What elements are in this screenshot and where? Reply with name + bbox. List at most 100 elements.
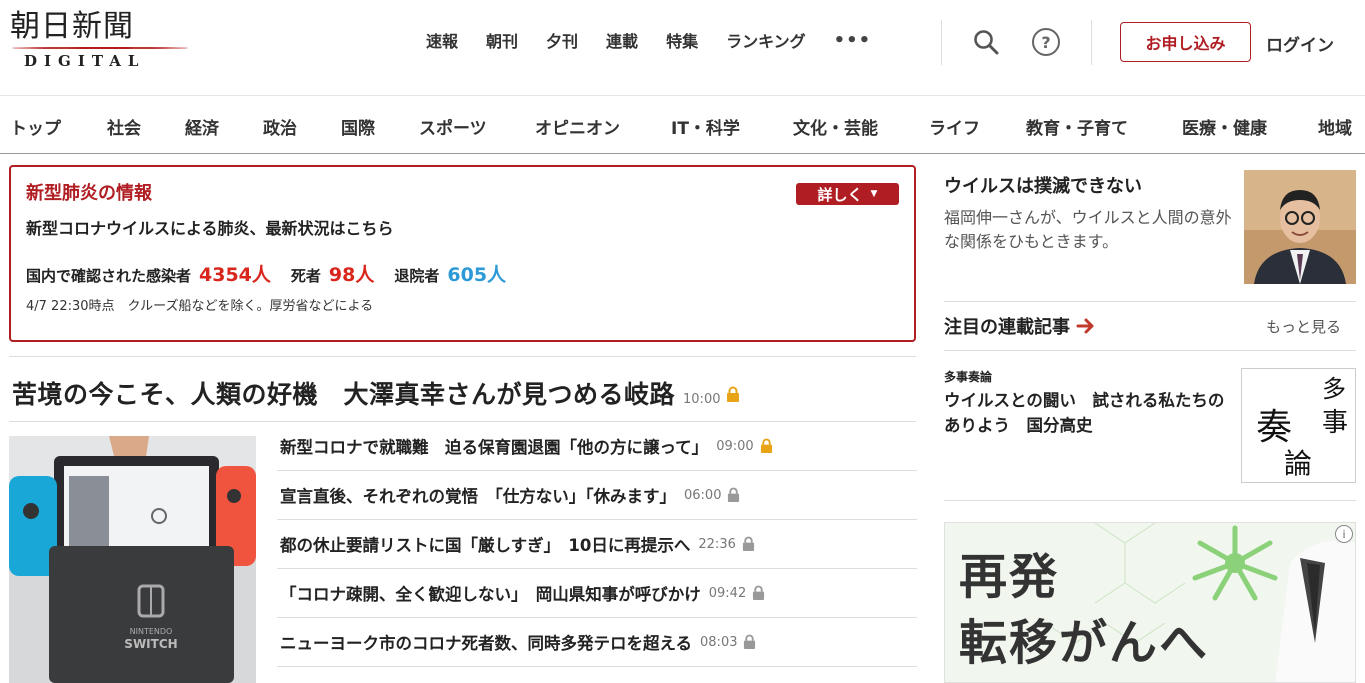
ad-info-icon[interactable]: i bbox=[1335, 525, 1353, 543]
category-international[interactable]: 国際 bbox=[341, 114, 375, 139]
corona-detail-button[interactable]: 詳しく ▼ bbox=[796, 183, 899, 205]
top-nav-choukan[interactable]: 朝刊 bbox=[486, 28, 518, 52]
corona-stats: 国内で確認された感染者 4354人 死者 98人 退院者 605人 bbox=[26, 260, 506, 287]
category-opinion[interactable]: オピニオン bbox=[535, 114, 620, 139]
category-politics[interactable]: 政治 bbox=[263, 114, 297, 139]
see-more-link[interactable]: もっと見る bbox=[1266, 316, 1341, 337]
lock-icon bbox=[744, 634, 756, 649]
login-link[interactable]: ログイン bbox=[1266, 31, 1334, 56]
infected-value: 4354人 bbox=[199, 264, 271, 286]
headline-time: 10:00 bbox=[683, 392, 721, 407]
article-time: 09:42 bbox=[708, 585, 747, 601]
category-sports[interactable]: スポーツ bbox=[419, 114, 487, 139]
infected-label: 国内で確認された感染者 bbox=[26, 267, 192, 285]
lock-icon bbox=[728, 487, 740, 502]
site-logo[interactable]: 朝日新聞 DIGITAL bbox=[10, 10, 190, 72]
subscribe-button[interactable]: お申し込み bbox=[1120, 22, 1251, 62]
lock-icon bbox=[742, 536, 754, 551]
top-nav-yukan[interactable]: 夕刊 bbox=[546, 28, 578, 52]
article-list: 新型コロナで就職難 迫る保育園退園「他の方に譲って」 09:00 宣言直後、それ… bbox=[277, 422, 917, 667]
feature-article[interactable]: ウイルスは撲滅できない 福岡伸一さんが、ウイルスと人間の意外な関係をひもときます… bbox=[944, 170, 1356, 286]
series-category[interactable]: 多事奏論 bbox=[944, 368, 992, 385]
top-nav-sokuho[interactable]: 速報 bbox=[426, 28, 458, 52]
discharged-label: 退院者 bbox=[394, 267, 440, 285]
svg-text:NINTENDO: NINTENDO bbox=[130, 627, 173, 636]
top-nav-rensai[interactable]: 連載 bbox=[606, 28, 638, 52]
corona-info-box[interactable]: 新型肺炎の情報 詳しく ▼ 新型コロナウイルスによる肺炎、最新状況はこちら 国内… bbox=[9, 165, 916, 342]
header-divider bbox=[941, 20, 942, 65]
search-icon bbox=[974, 30, 999, 55]
svg-text:奏: 奏 bbox=[1256, 407, 1292, 448]
search-button[interactable] bbox=[971, 27, 1001, 57]
article-title: 新型コロナで就職難 迫る保育園退園「他の方に譲って」 bbox=[280, 438, 709, 457]
category-economy[interactable]: 経済 bbox=[185, 114, 219, 139]
svg-text:SWITCH: SWITCH bbox=[124, 637, 177, 651]
series-heading[interactable]: 注目の連載記事 bbox=[944, 313, 1096, 339]
feature-photo[interactable] bbox=[1244, 170, 1356, 284]
article-time: 09:00 bbox=[716, 438, 754, 454]
lock-icon bbox=[753, 585, 765, 600]
lock-icon bbox=[760, 438, 772, 453]
more-menu-button[interactable]: ••• bbox=[834, 30, 872, 51]
advertisement[interactable]: 再発 転移がんへ i bbox=[944, 522, 1356, 683]
category-culture[interactable]: 文化・芸能 bbox=[793, 114, 878, 139]
portrait-graphic bbox=[1244, 170, 1356, 284]
article-title: 宣言直後、それぞれの覚悟 「仕方ない」「休みます」 bbox=[280, 487, 676, 506]
series-image[interactable]: 多 事 奏 論 bbox=[1241, 368, 1356, 483]
lock-icon bbox=[727, 386, 740, 402]
article-item[interactable]: 宣言直後、それぞれの覚悟 「仕方ない」「休みます」 06:00 bbox=[277, 471, 917, 520]
top-headline[interactable]: 苦境の今こそ、人類の好機 大澤真幸さんが見つめる岐路 10:00 bbox=[12, 375, 740, 411]
help-button[interactable]: ? bbox=[1031, 27, 1061, 57]
divider bbox=[9, 356, 916, 357]
feature-title: ウイルスは撲滅できない bbox=[944, 176, 1142, 197]
corona-title: 新型肺炎の情報 bbox=[26, 183, 152, 204]
article-time: 06:00 bbox=[684, 487, 722, 503]
discharged-value: 605人 bbox=[447, 264, 507, 286]
ad-headline-line1: 再発 bbox=[959, 549, 1060, 605]
top-nav-tokushu[interactable]: 特集 bbox=[666, 28, 698, 52]
logo-underline bbox=[12, 47, 188, 49]
category-nav: トップ 社会 経済 政治 国際 スポーツ オピニオン IT・科学 文化・芸能 ラ… bbox=[0, 95, 1365, 154]
deaths-value: 98人 bbox=[328, 264, 375, 286]
help-icon: ? bbox=[1032, 28, 1060, 56]
ad-headline-line2: 転移がんへ bbox=[959, 615, 1210, 671]
article-time: 08:03 bbox=[700, 634, 738, 650]
article-title: 都の休止要請リストに国「厳しすぎ」 10日に再提示へ bbox=[280, 536, 691, 555]
divider bbox=[944, 500, 1356, 501]
arrow-right-icon bbox=[1076, 318, 1094, 334]
article-item[interactable]: 都の休止要請リストに国「厳しすぎ」 10日に再提示へ 22:36 bbox=[277, 520, 917, 569]
category-education[interactable]: 教育・子育て bbox=[1026, 114, 1128, 139]
article-time: 22:36 bbox=[698, 536, 736, 552]
article-title: 「コロナ疎開、全く歓迎しない」 岡山県知事が呼びかけ bbox=[280, 585, 701, 604]
article-title: ニューヨーク市のコロナ死者数、同時多発テロを超える bbox=[280, 634, 693, 653]
category-health[interactable]: 医療・健康 bbox=[1182, 114, 1267, 139]
category-top[interactable]: トップ bbox=[10, 114, 61, 139]
article-item[interactable]: ニューヨーク市のコロナ死者数、同時多発テロを超える 08:03 bbox=[277, 618, 917, 667]
feature-description: 福岡伸一さんが、ウイルスと人間の意外な関係をひもときます。 bbox=[944, 208, 1232, 251]
corona-subtitle: 新型コロナウイルスによる肺炎、最新状況はこちら bbox=[26, 219, 394, 238]
headline-photo[interactable]: NINTENDO SWITCH bbox=[9, 436, 256, 683]
series-heading-text: 注目の連載記事 bbox=[944, 317, 1070, 338]
category-society[interactable]: 社会 bbox=[107, 114, 141, 139]
calligraphy-graphic: 多 事 奏 論 bbox=[1256, 375, 1348, 480]
triangle-down-icon: ▼ bbox=[870, 189, 878, 199]
svg-text:多: 多 bbox=[1322, 375, 1346, 403]
divider bbox=[944, 350, 1356, 351]
series-article-title[interactable]: ウイルスとの闘い 試される私たちのありよう 国分高史 bbox=[944, 388, 1234, 438]
site-header: 朝日新聞 DIGITAL 速報 朝刊 夕刊 連載 特集 ランキング ••• ? … bbox=[0, 0, 1365, 95]
deaths-label: 死者 bbox=[290, 267, 321, 285]
category-life[interactable]: ライフ bbox=[929, 114, 980, 139]
header-divider bbox=[1091, 20, 1092, 65]
top-nav-ranking[interactable]: ランキング bbox=[726, 28, 806, 52]
top-nav: 速報 朝刊 夕刊 連載 特集 ランキング ••• bbox=[426, 28, 899, 52]
headline-title: 苦境の今こそ、人類の好機 大澤真幸さんが見つめる岐路 bbox=[12, 380, 676, 409]
category-it-science[interactable]: IT・科学 bbox=[671, 114, 740, 139]
svg-text:事: 事 bbox=[1322, 408, 1348, 438]
corona-note: 4/7 22:30時点 クルーズ船などを除く。厚労省などによる bbox=[26, 299, 374, 314]
svg-text:論: 論 bbox=[1284, 447, 1312, 480]
logo-main-text: 朝日新聞 bbox=[10, 9, 134, 44]
switch-photo-graphic: NINTENDO SWITCH bbox=[9, 436, 256, 683]
category-local[interactable]: 地域 bbox=[1318, 114, 1352, 139]
article-item[interactable]: 「コロナ疎開、全く歓迎しない」 岡山県知事が呼びかけ 09:42 bbox=[277, 569, 917, 618]
article-item[interactable]: 新型コロナで就職難 迫る保育園退園「他の方に譲って」 09:00 bbox=[277, 422, 917, 471]
